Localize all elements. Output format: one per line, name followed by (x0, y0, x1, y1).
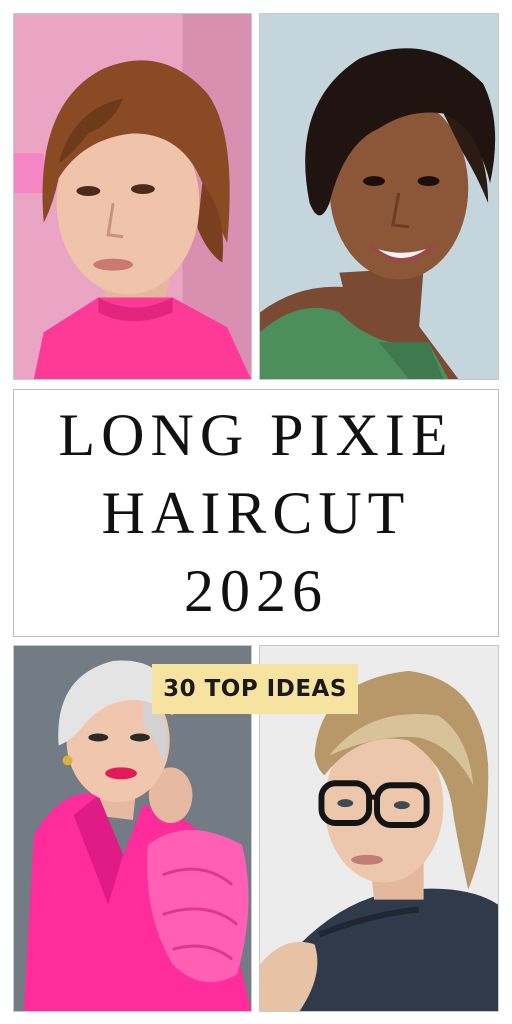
ideas-badge: 30 TOP IDEAS (152, 664, 358, 714)
photo-dark-side-swept-pixie (259, 13, 499, 380)
photo-auburn-shag-pixie-image (14, 14, 251, 379)
title-line-3: 2026 (184, 558, 328, 624)
title-line-2: HAIRCUT (101, 480, 411, 546)
title-card: LONG PIXIE HAIRCUT 2026 (13, 389, 499, 637)
photo-auburn-shag-pixie (13, 13, 252, 380)
title-line-1: LONG PIXIE (58, 402, 454, 468)
photo-dark-side-swept-pixie-image (260, 14, 498, 379)
